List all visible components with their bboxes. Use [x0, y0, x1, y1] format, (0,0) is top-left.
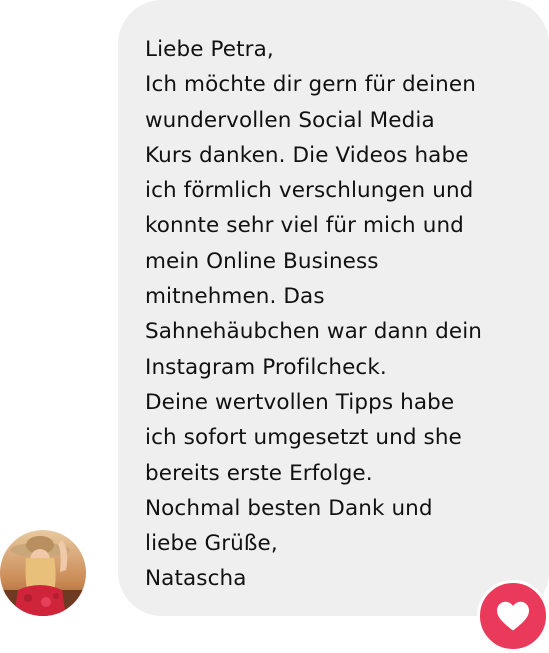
- message-line: Natascha: [145, 566, 247, 592]
- message-line: wundervollen Social Media: [145, 107, 435, 133]
- message-line: Deine wertvollen Tipps habe: [145, 389, 455, 415]
- message-text: Liebe Petra, Ich möchte dir gern für dei…: [145, 32, 529, 597]
- message-line: Kurs danken. Die Videos habe: [145, 142, 469, 168]
- message-line: bereits erste Erfolge.: [145, 460, 373, 486]
- message-line: Instagram Profilcheck.: [145, 354, 387, 380]
- message-line: Nochmal besten Dank und: [145, 495, 433, 521]
- message-line: ich förmlich verschlungen und: [145, 178, 474, 204]
- message-line: mein Online Business: [145, 248, 379, 274]
- message-line: mitnehmen. Das: [145, 284, 325, 310]
- message-bubble: Liebe Petra, Ich möchte dir gern für dei…: [118, 0, 549, 616]
- chat-message-view: Liebe Petra, Ich möchte dir gern für dei…: [0, 0, 549, 653]
- heart-reaction-button[interactable]: [477, 580, 549, 652]
- heart-icon: [497, 601, 529, 631]
- profile-photo-icon: [0, 530, 86, 616]
- message-line: ich sofort umgesetzt und she: [145, 425, 462, 451]
- message-line: Liebe Petra,: [145, 37, 274, 62]
- message-line: Ich möchte dir gern für deinen: [145, 72, 476, 98]
- message-line: liebe Grüße,: [145, 531, 278, 557]
- avatar[interactable]: [0, 530, 86, 616]
- message-line: konnte sehr viel für mich und: [145, 213, 464, 239]
- message-line: Sahnehäubchen war dann dein: [145, 319, 483, 345]
